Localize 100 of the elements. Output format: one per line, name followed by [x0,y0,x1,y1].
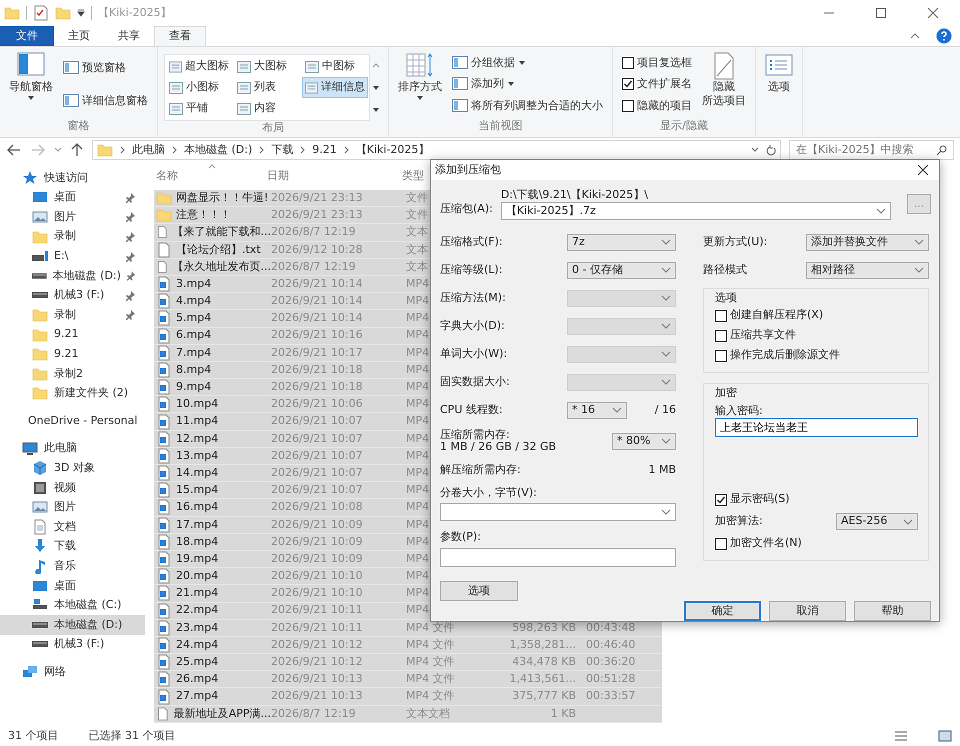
nav-item[interactable]: 9.21 [0,324,145,344]
ribbon-button[interactable]: 导航窗格 [6,50,56,119]
nav-item[interactable]: 9.21 [0,344,145,364]
nav-item[interactable]: 网络 [0,662,145,682]
nav-item[interactable]: 机械3 (F:) [0,634,145,654]
ribbon-button[interactable]: 选项 [762,50,796,119]
file-name: 5.mp4 [176,311,212,326]
checkbox-label: 文件扩展名 [637,77,692,92]
view-option[interactable]: 中图标 [302,56,368,77]
view-option[interactable]: 内容 [234,98,300,119]
file-type: 文本 [406,260,428,273]
file-row[interactable]: 最新地址及APP满...2026/8/7 12:19 文本文档 1 KB [154,706,662,723]
dialog-button[interactable]: 取消 [769,600,846,621]
dropdown[interactable]: 7z [567,234,676,251]
maximize-icon [876,8,886,18]
nav-item[interactable]: E:\ [0,246,145,266]
ribbon-tab[interactable]: 查看 [154,26,206,46]
nav-item[interactable]: 新建文件夹 (2) [0,384,145,404]
dialog-button[interactable]: 确定 [684,600,761,621]
view-option[interactable]: 详细信息 [302,77,368,98]
options-button[interactable]: 选项 [440,580,518,601]
nav-item[interactable]: 录制 [0,226,145,246]
nav-item[interactable]: 录制 [0,305,145,325]
drive-icon [32,292,48,298]
nav-item[interactable]: 本地磁盘 (C:) [0,595,145,616]
group-title: 加密 [715,386,738,400]
nav-item[interactable]: 桌面 [0,188,145,208]
field-label: 压缩等级(L): [440,263,502,278]
ribbon-button[interactable]: 详细信息窗格 [60,92,151,110]
nav-item[interactable]: 桌面 [0,576,145,596]
nav-item[interactable]: OneDrive - Personal [0,411,145,431]
scroll-down-icon [372,84,380,91]
video-file-icon [156,396,172,412]
picture-icon [32,499,48,516]
dropdown[interactable]: 【Kiki-2025】.7z [500,202,891,220]
nav-item[interactable]: 3D 对象 [0,458,145,478]
file-type: MP4 [406,518,430,530]
nav-item[interactable]: 录制2 [0,364,145,384]
column-header[interactable]: 名称 [150,168,267,184]
field-label: 压缩所需内存: [440,428,511,442]
dropdown[interactable]: 相对路径 [806,262,929,279]
checkbox[interactable] [715,310,727,322]
nav-item[interactable]: 视频 [0,478,145,498]
view-option[interactable]: 平铺 [166,98,232,119]
nav-item[interactable]: 下载 [0,536,145,556]
ribbon-tab[interactable]: 共享 [104,26,154,46]
dialog-button[interactable]: 帮助 [854,600,931,621]
dropdown[interactable]: * 16 [567,402,627,419]
ribbon-button[interactable]: 排序方式 [395,50,445,119]
checkbox[interactable] [622,56,634,69]
checkbox[interactable] [622,100,634,112]
ribbon-tab[interactable]: 文件 [0,26,54,46]
checkbox[interactable] [622,78,634,90]
field-label: 更新方式(U): [703,235,768,250]
file-row[interactable]: 27.mp4 2026/9/21 10:13 MP4 文件 375,777 KB 00:33:57 [154,688,662,706]
ribbon-button[interactable]: 添加列 [449,75,606,94]
nav-item[interactable]: 图片 [0,207,145,227]
column-header[interactable]: 日期 [267,168,402,184]
ribbon-button[interactable]: 预览窗格 [60,59,151,78]
checkbox-label: 压缩共享文件 [730,328,796,343]
view-option[interactable]: 超大图标 [166,56,232,77]
nav-item[interactable]: 快速访问 [0,168,145,188]
text-field[interactable] [440,548,676,567]
checkbox[interactable] [715,494,727,506]
file-row[interactable]: 24.mp4 2026/9/21 10:12 MP4 文件 1,358,281... 00:46:40 [154,636,662,654]
dropdown[interactable]: 0 - 仅存储 [567,262,676,279]
nav-item[interactable]: 文档 [0,517,145,537]
breadcrumb[interactable]: 9.21 [312,142,337,158]
nav-item[interactable]: 音乐 [0,556,145,576]
file-date: 2026/9/21 10:18 [271,380,363,393]
checkbox[interactable] [715,330,727,342]
checkbox[interactable] [715,538,727,550]
nav-item[interactable]: 机械3 (F:) [0,286,145,306]
ribbon-button[interactable]: 将所有列调整为合适的大小 [449,97,606,116]
nav-item[interactable]: 此电脑 [0,438,145,458]
password-field[interactable]: 上老王论坛当老王 [715,418,918,438]
breadcrumb[interactable]: 此电脑 [132,142,165,158]
dropdown[interactable]: 添加并替换文件 [806,234,929,251]
ribbon-button[interactable]: 隐藏 所选项目 [699,50,749,119]
file-date: 2026/9/21 10:07 [271,414,363,428]
field-label: 单词大小(W): [440,347,508,362]
file-type: MP4 文件 [406,672,455,686]
breadcrumb[interactable]: 【Kiki-2025】 [356,142,430,158]
ribbon-tab[interactable]: 主页 [54,26,104,46]
file-row[interactable]: 25.mp4 2026/9/21 10:12 MP4 文件 434,478 KB 00:36:20 [154,654,662,672]
caret-icon [54,146,62,154]
nav-item[interactable]: 图片 [0,498,145,518]
breadcrumb[interactable]: 本地磁盘 (D:) [184,142,252,158]
breadcrumb[interactable]: 下载 [271,142,294,158]
view-option[interactable]: 大图标 [234,56,300,77]
checkbox[interactable] [715,350,727,362]
nav-item[interactable]: 本地磁盘 (D:) [0,266,145,286]
folder-icon [32,385,48,402]
nav-item[interactable]: 本地磁盘 (D:) [0,615,145,635]
view-option[interactable]: 小图标 [166,77,232,98]
dropdown[interactable]: * 80% [612,432,676,450]
ribbon-button[interactable]: 分组依据 [449,54,606,72]
dropdown[interactable]: AES-256 [836,513,918,530]
view-option[interactable]: 列表 [234,77,300,98]
file-row[interactable]: 26.mp4 2026/9/21 10:13 MP4 文件 1,413,561... 00:51:28 [154,671,662,688]
